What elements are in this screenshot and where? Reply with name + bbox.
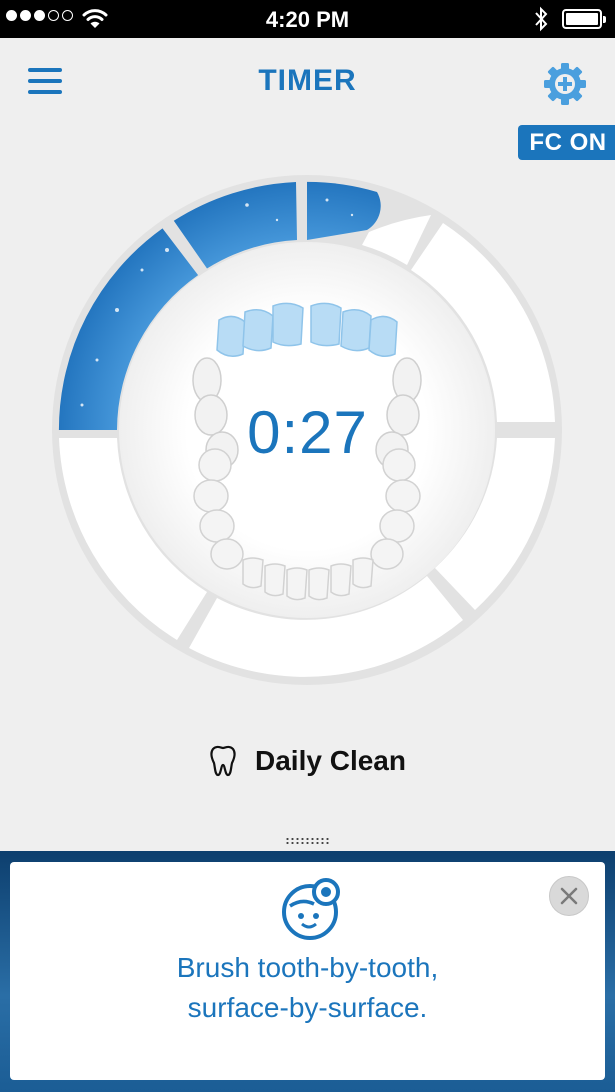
bluetooth-icon bbox=[535, 6, 548, 32]
tip-text-line2: surface-by-surface. bbox=[187, 992, 428, 1023]
battery-icon bbox=[562, 9, 606, 29]
timer-display: 0:27 bbox=[247, 399, 368, 466]
fc-on-badge[interactable]: FC ON bbox=[518, 125, 615, 160]
mode-label: Daily Clean bbox=[255, 745, 406, 776]
gear-plus-icon[interactable] bbox=[541, 60, 589, 108]
tip-card: Brush tooth-by-tooth, surface-by-surface… bbox=[10, 862, 605, 1080]
close-tip-button[interactable] bbox=[549, 876, 589, 916]
status-time: 4:20 PM bbox=[265, 7, 350, 32]
brushing-mode[interactable]: Daily Clean bbox=[0, 745, 615, 777]
drag-handle[interactable] bbox=[285, 837, 331, 845]
tip-text: Brush tooth-by-tooth, surface-by-surface… bbox=[10, 948, 605, 1028]
close-icon bbox=[560, 887, 578, 905]
tip-text-line1: Brush tooth-by-tooth, bbox=[176, 952, 439, 983]
brushing-face-icon bbox=[282, 878, 340, 940]
tooth-icon bbox=[210, 745, 236, 777]
page-title: TIMER bbox=[258, 64, 357, 97]
status-bar: 4:20 PM bbox=[0, 0, 615, 38]
